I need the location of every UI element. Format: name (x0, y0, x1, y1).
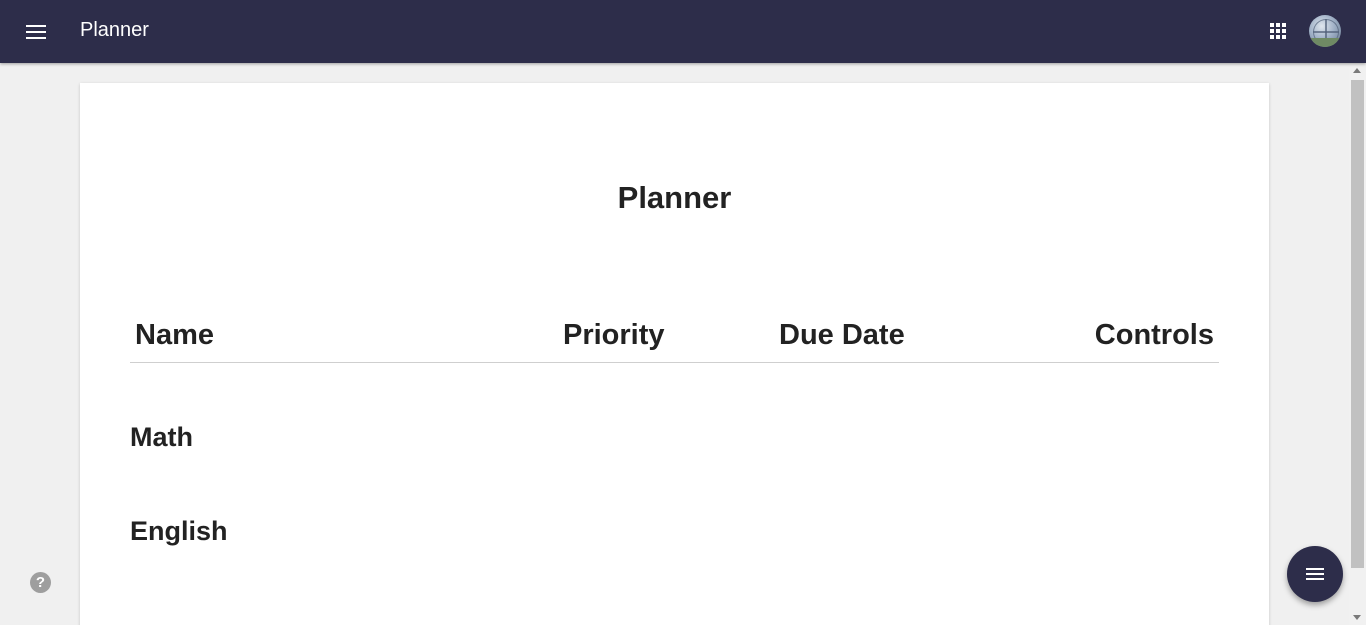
vertical-scrollbar[interactable] (1349, 63, 1366, 625)
subject-heading-math: Math (130, 422, 193, 452)
column-header-controls: Controls (1094, 319, 1214, 351)
column-header-name: Name (135, 319, 214, 351)
top-app-bar: Planner (0, 0, 1366, 63)
scroll-down-arrow-icon[interactable] (1353, 615, 1361, 620)
list-menu-icon (1306, 568, 1324, 580)
page-title: Planner (617, 180, 732, 215)
column-header-priority: Priority (563, 319, 665, 351)
app-title: Planner (80, 19, 149, 41)
floating-action-button[interactable] (1287, 546, 1343, 602)
column-header-due-date: Due Date (779, 319, 905, 351)
table-header: Name Priority Due Date Controls (130, 319, 1219, 363)
scrollbar-thumb[interactable] (1351, 80, 1364, 568)
apps-grid-icon (1270, 23, 1286, 39)
hamburger-menu-icon (26, 25, 46, 39)
subject-heading-english: English (130, 516, 228, 546)
help-button[interactable]: ? (30, 572, 51, 593)
menu-button[interactable] (18, 14, 54, 50)
help-icon: ? (35, 574, 46, 591)
scroll-up-arrow-icon[interactable] (1353, 68, 1361, 73)
planner-card: Planner Name Priority Due Date Controls … (80, 83, 1269, 625)
apps-button[interactable] (1264, 17, 1292, 45)
user-avatar[interactable] (1309, 15, 1341, 47)
